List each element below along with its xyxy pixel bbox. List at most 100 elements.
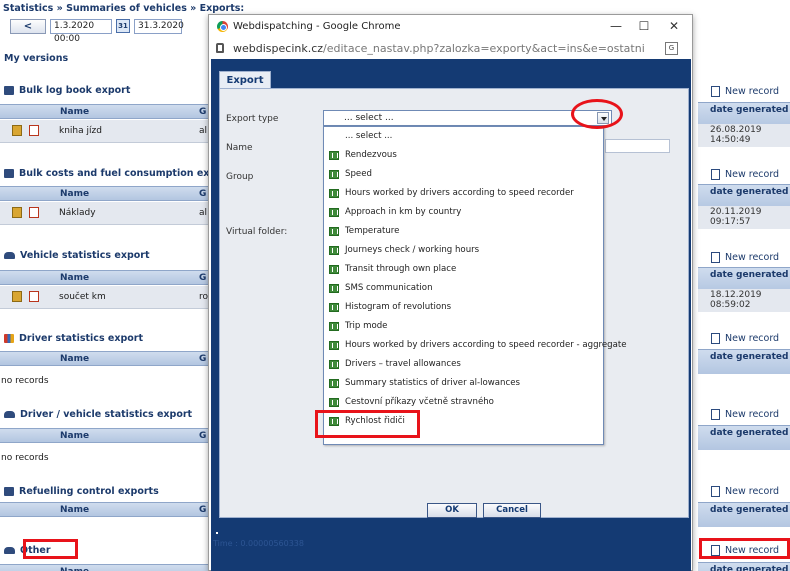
section-title-text: Refuelling control exports [19, 486, 159, 497]
window-titlebar: Webdispatching - Google Chrome — ☐ ✕ [209, 15, 692, 39]
calendar-icon[interactable]: 31 [116, 19, 130, 33]
table-row[interactable]: Náklady al [0, 202, 208, 225]
table-row[interactable]: kniha jízd al [0, 120, 208, 143]
section-title-vehicle-statistics: Vehicle statistics export [4, 250, 150, 261]
section-title-text: Bulk log book export [19, 85, 131, 96]
new-record-link[interactable]: New record [711, 486, 779, 497]
dropdown-option[interactable]: Hours worked by drivers according to spe… [324, 184, 603, 203]
delete-icon[interactable] [29, 207, 39, 218]
name-input[interactable] [605, 139, 670, 153]
option-label: SMS communication [345, 283, 433, 293]
option-label: Cestovní příkazy včetně stravného [345, 397, 494, 407]
dropdown-option[interactable]: Temperature [324, 222, 603, 241]
car-icon [4, 411, 15, 418]
date-from-input[interactable]: 1.3.2020 00:00 [50, 18, 112, 44]
new-record-label: New record [725, 486, 780, 497]
chrome-popup-window: Webdispatching - Google Chrome — ☐ ✕ web… [208, 14, 693, 571]
close-icon[interactable]: ✕ [663, 18, 685, 35]
chrome-icon [217, 21, 228, 32]
label-export-type: Export type [226, 114, 279, 124]
option-label: Hours worked by drivers according to spe… [345, 188, 574, 198]
url-host: webdispecink.cz [233, 42, 324, 55]
dropdown-option[interactable]: Hours worked by drivers according to spe… [324, 336, 627, 355]
edit-icon[interactable] [12, 291, 22, 302]
excel-icon [329, 303, 339, 312]
excel-icon [329, 322, 339, 331]
tab-export[interactable]: Export [219, 71, 271, 89]
export-type-dropdown-list[interactable]: ... select ... Rendezvous Speed Hours worke… [323, 126, 627, 445]
dropdown-option[interactable]: Summary statistics of driver al-lowances [324, 374, 603, 393]
excel-icon [329, 341, 339, 350]
table-header: Name G [0, 351, 208, 366]
column-header-group: G [199, 431, 207, 441]
dropdown-option-placeholder[interactable]: ... select ... [324, 127, 603, 146]
excel-icon [329, 284, 339, 293]
dropdown-option[interactable]: Trip mode [324, 317, 603, 336]
excel-icon [329, 208, 339, 217]
address-bar[interactable]: webdispecink.cz/editace_nastav.php?zaloz… [209, 39, 692, 59]
column-header-date-generated: date generated [698, 425, 790, 450]
translate-icon[interactable]: G [665, 42, 678, 55]
section-title-text: Driver / vehicle statistics export [20, 409, 193, 420]
option-label: Hours worked by drivers according to spe… [345, 340, 627, 350]
new-record-link[interactable]: New record [711, 86, 779, 97]
new-record-link[interactable]: New record [711, 169, 779, 180]
url-path: /editace_nastav.php?zalozka=exporty&act=… [323, 42, 645, 55]
dropdown-option[interactable]: Transit through own place [324, 260, 603, 279]
row-group: ro [199, 292, 209, 302]
new-record-link[interactable]: New record [711, 252, 779, 263]
column-header-name: Name [60, 107, 90, 117]
column-header-group: G [199, 273, 207, 283]
label-virtual-folder: Virtual folder: [226, 227, 288, 237]
option-label: Summary statistics of driver al-lowances [345, 378, 520, 388]
dropdown-option[interactable]: Approach in km by country [324, 203, 603, 222]
delete-icon[interactable] [29, 291, 39, 302]
new-record-label: New record [725, 409, 780, 420]
dropdown-option[interactable]: Rendezvous [324, 146, 603, 165]
dropdown-option[interactable]: Drivers – travel allowances [324, 355, 603, 374]
select-value: ... select ... [344, 113, 394, 123]
excel-icon [329, 398, 339, 407]
dropdown-option[interactable]: SMS communication [324, 279, 603, 298]
table-header: Name G [0, 270, 208, 285]
date-to-input[interactable]: 31.3.2020 [134, 18, 184, 34]
car-icon [4, 252, 15, 259]
no-records-text: no records [1, 453, 49, 463]
dropdown-option[interactable]: Journeys check / working hours [324, 241, 603, 260]
table-row[interactable]: součet km ro [0, 286, 208, 309]
column-header-group: G [199, 354, 207, 364]
column-header-group: G [199, 505, 207, 515]
section-title-text: Vehicle statistics export [20, 250, 150, 261]
section-title-refuelling-control: Refuelling control exports [4, 486, 159, 497]
cancel-button[interactable]: Cancel [483, 503, 541, 518]
option-label: Drivers – travel allowances [345, 359, 461, 369]
dropdown-option[interactable]: Speed [324, 165, 603, 184]
dropdown-option[interactable]: Histogram of revolutions [324, 298, 603, 317]
document-icon [711, 409, 720, 420]
highlight-other [23, 539, 78, 559]
option-label: Speed [345, 169, 372, 179]
section-title-bulk-log-book: Bulk log book export [4, 85, 130, 96]
document-icon [711, 169, 720, 180]
column-header-name: Name [60, 189, 90, 199]
new-record-link[interactable]: New record [711, 333, 779, 344]
maximize-icon[interactable]: ☐ [633, 18, 655, 35]
window-title: Webdispatching - Google Chrome [233, 21, 401, 32]
fuel-icon [4, 169, 14, 178]
new-record-link[interactable]: New record [711, 409, 779, 420]
new-record-label: New record [725, 169, 780, 180]
edit-icon[interactable] [12, 207, 22, 218]
new-record-label: New record [725, 86, 780, 97]
excel-icon [329, 379, 339, 388]
delete-icon[interactable] [29, 125, 39, 136]
option-label: Rendezvous [345, 150, 397, 160]
page-content: Export Export type Name Group Virtual fo… [211, 59, 691, 571]
car-icon [4, 547, 15, 554]
export-type-select[interactable]: ... select ... [323, 110, 612, 126]
no-records-text: no records [1, 376, 49, 386]
edit-icon[interactable] [12, 125, 22, 136]
previous-period-button[interactable]: < [10, 18, 46, 34]
ok-button[interactable]: OK [427, 503, 477, 518]
minimize-icon[interactable]: — [605, 18, 627, 35]
export-form-panel: Export type Name Group Virtual folder: .… [219, 88, 689, 518]
